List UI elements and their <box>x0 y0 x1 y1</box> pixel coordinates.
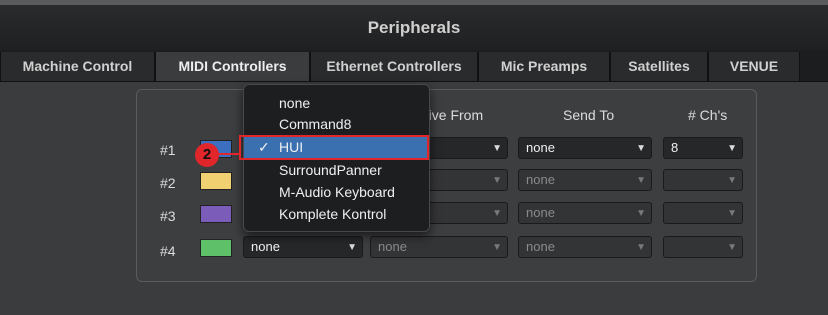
channels-select[interactable]: ▼ <box>663 236 743 258</box>
menu-item-command8[interactable]: Command8 <box>244 114 429 135</box>
chevron-down-icon: ▼ <box>492 143 502 154</box>
send-to-value: none <box>526 205 555 220</box>
column-header-channels: # Ch's <box>688 107 728 123</box>
chevron-down-icon: ▼ <box>636 242 646 253</box>
menu-item-komplete-kontrol[interactable]: Komplete Kontrol <box>244 204 429 225</box>
chevron-down-icon: ▼ <box>636 143 646 154</box>
receive-from-value: none <box>378 239 407 254</box>
controller-type-value: none <box>251 239 280 254</box>
tab-bar: Machine Control MIDI Controllers Etherne… <box>0 50 828 82</box>
send-to-select[interactable]: none ▼ <box>518 236 652 258</box>
menu-item-surroundpanner[interactable]: SurroundPanner <box>244 160 429 181</box>
chevron-down-icon: ▼ <box>492 242 502 253</box>
controller-type-select[interactable]: none ▼ <box>243 236 363 258</box>
row-color-swatch[interactable] <box>200 172 232 190</box>
chevron-down-icon: ▼ <box>347 242 357 253</box>
send-to-value: none <box>526 239 555 254</box>
chevron-down-icon: ▼ <box>727 242 737 253</box>
column-header-send-to: Send To <box>563 107 615 123</box>
tab-satellites[interactable]: Satellites <box>610 52 708 81</box>
chevron-down-icon: ▼ <box>727 208 737 219</box>
chevron-down-icon: ▼ <box>492 175 502 186</box>
row-label: #1 <box>160 142 176 158</box>
tab-midi-controllers[interactable]: MIDI Controllers <box>155 52 310 81</box>
chevron-down-icon: ▼ <box>492 208 502 219</box>
channels-select[interactable]: ▼ <box>663 202 743 224</box>
chevron-down-icon: ▼ <box>636 208 646 219</box>
row-label: #2 <box>160 175 176 191</box>
chevron-down-icon: ▼ <box>727 143 737 154</box>
tab-machine-control[interactable]: Machine Control <box>0 52 155 81</box>
callout-line <box>218 153 240 155</box>
row-color-swatch[interactable] <box>200 239 232 257</box>
send-to-value: none <box>526 140 555 155</box>
tab-mic-preamps[interactable]: Mic Preamps <box>478 52 610 81</box>
receive-from-select[interactable]: none ▼ <box>370 236 508 258</box>
tab-venue[interactable]: VENUE <box>708 52 800 81</box>
step-badge: 2 <box>195 143 219 167</box>
menu-item-m-audio-keyboard[interactable]: M-Audio Keyboard <box>244 182 429 203</box>
channels-select[interactable]: ▼ <box>663 169 743 191</box>
send-to-value: none <box>526 172 555 187</box>
row-label: #3 <box>160 208 176 224</box>
row-label: #4 <box>160 243 176 259</box>
channels-select[interactable]: 8 ▼ <box>663 137 743 159</box>
chevron-down-icon: ▼ <box>636 175 646 186</box>
chevron-down-icon: ▼ <box>727 175 737 186</box>
highlight-box <box>239 135 429 160</box>
channels-value: 8 <box>671 140 679 155</box>
menu-item-none[interactable]: none <box>244 93 429 114</box>
tab-ethernet-controllers[interactable]: Ethernet Controllers <box>310 52 478 81</box>
title-bar: Peripherals <box>0 0 828 50</box>
send-to-select[interactable]: none ▼ <box>518 202 652 224</box>
row-color-swatch[interactable] <box>200 205 232 223</box>
window-title: Peripherals <box>367 18 461 37</box>
send-to-select[interactable]: none ▼ <box>518 169 652 191</box>
send-to-select[interactable]: none ▼ <box>518 137 652 159</box>
